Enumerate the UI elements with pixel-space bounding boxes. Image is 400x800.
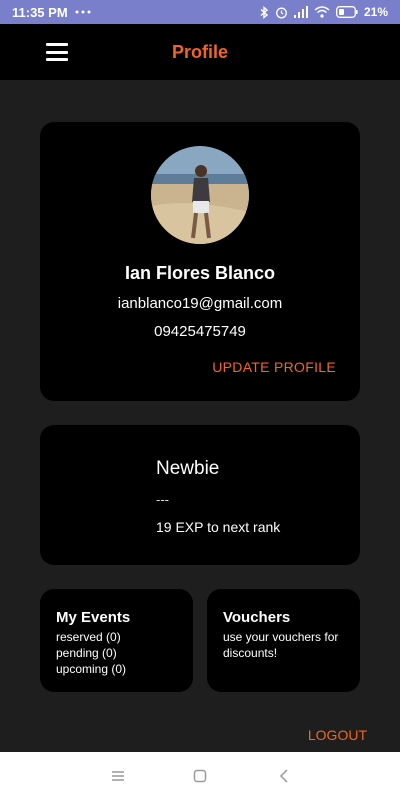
alarm-icon bbox=[275, 6, 288, 19]
vouchers-description: use your vouchers for discounts! bbox=[223, 630, 339, 660]
battery-icon bbox=[336, 6, 358, 18]
profile-name: Ian Flores Blanco bbox=[124, 263, 276, 283]
home-icon[interactable] bbox=[188, 766, 212, 786]
recents-icon[interactable] bbox=[106, 766, 130, 786]
page-title: Profile bbox=[171, 41, 228, 62]
events-upcoming: upcoming (0) bbox=[56, 662, 127, 676]
profile-phone: 09425475749 bbox=[154, 323, 246, 340]
wifi-icon bbox=[314, 6, 330, 18]
profile-email: ianblanco19@gmail.com bbox=[117, 295, 283, 312]
rank-card: Newbie --- 19 EXP to next rank bbox=[40, 425, 360, 565]
back-icon[interactable] bbox=[272, 766, 296, 786]
rank-progress: --- bbox=[156, 492, 169, 507]
logout-button[interactable]: LOGOUT bbox=[308, 727, 367, 743]
notification-dots-icon bbox=[75, 9, 91, 15]
hamburger-menu-icon[interactable] bbox=[44, 41, 70, 63]
bluetooth-icon bbox=[260, 5, 269, 19]
profile-card: Ian Flores Blanco ianblanco19@gmail.com … bbox=[40, 122, 360, 401]
status-bar: 11:35 PM 21% bbox=[0, 0, 400, 24]
rank-exp-to-next: 19 EXP to next rank bbox=[156, 519, 281, 535]
my-events-title: My Events bbox=[56, 609, 131, 626]
signal-icon bbox=[293, 6, 308, 18]
my-events-card[interactable]: My Events reserved (0) pending (0) upcom… bbox=[40, 589, 193, 692]
events-pending: pending (0) bbox=[56, 646, 117, 660]
vouchers-card[interactable]: Vouchers use your vouchers for discounts… bbox=[207, 589, 360, 692]
rank-name: Newbie bbox=[156, 458, 220, 479]
system-nav-bar bbox=[0, 752, 400, 800]
avatar bbox=[151, 146, 249, 244]
update-profile-button[interactable]: UPDATE PROFILE bbox=[212, 359, 336, 375]
battery-percent: 21% bbox=[363, 5, 388, 19]
app-bar: Profile bbox=[0, 24, 400, 80]
status-time: 11:35 PM bbox=[12, 4, 68, 20]
vouchers-title: Vouchers bbox=[223, 609, 291, 626]
events-reserved: reserved (0) bbox=[56, 630, 121, 644]
